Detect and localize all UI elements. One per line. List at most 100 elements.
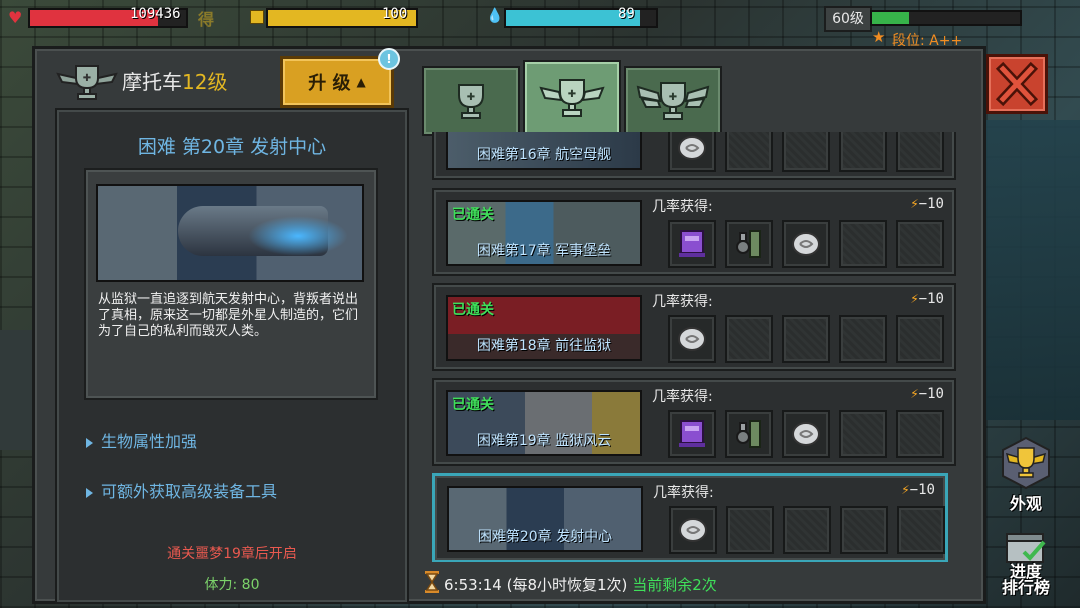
chevron-up-icon: ▲ xyxy=(356,75,366,89)
reward-slot-empty xyxy=(782,315,830,363)
stage-row[interactable]: 困难第16章 航空母舰 xyxy=(432,132,956,180)
energy-cost: ⚡−10 xyxy=(901,482,935,498)
stage-caption: 困难第20章 发射中心 xyxy=(477,529,613,545)
reward-slot-empty xyxy=(782,132,830,172)
stage-detail-title: 困难 第20章 发射中心 xyxy=(137,136,327,158)
reward-slot[interactable] xyxy=(668,220,716,268)
reward-slot[interactable] xyxy=(782,410,830,458)
winged-trophy-hex-icon xyxy=(1002,436,1050,490)
armor-icon xyxy=(679,230,705,257)
reward-slot[interactable] xyxy=(668,315,716,363)
calendar-check-icon xyxy=(1006,533,1046,563)
remaining-text: 当前剩余2次 xyxy=(632,576,717,594)
drop-chance-label: 几率获得: xyxy=(653,485,714,501)
reward-slot-empty xyxy=(725,132,773,172)
timer-value: 6:53:14 xyxy=(444,576,502,594)
close-button[interactable] xyxy=(986,54,1048,114)
upgrade-button[interactable]: 升 级 ▲ xyxy=(280,56,394,108)
tool-icon xyxy=(736,230,761,258)
lightning-icon: ⚡ xyxy=(910,291,919,307)
reward-slot-empty xyxy=(897,506,945,554)
reward-slot-empty xyxy=(783,506,831,554)
double-winged-trophy-icon: ✚ xyxy=(636,82,710,120)
recovery-timer: 6:53:14 (每8小时恢复1次) 当前剩余2次 xyxy=(444,574,717,595)
upgrade-label: 升 级 xyxy=(308,73,351,94)
svg-text:✚: ✚ xyxy=(669,92,677,103)
coin-icon xyxy=(678,327,706,351)
reward-slot[interactable] xyxy=(782,220,830,268)
player-level-badge: 60级 xyxy=(824,6,872,32)
stage-caption: 困难第17章 军事堡垒 xyxy=(476,243,612,259)
energy-cost-value: −10 xyxy=(918,386,944,402)
reward-slot-empty xyxy=(839,315,887,363)
stage-row[interactable]: 已通关 困难第17章 军事堡垒 几率获得: ⚡−10 xyxy=(432,188,956,276)
stage-list: 困难第16章 航空母舰 已通关 困难第17章 军事堡垒 几率获得: ⚡−10 已… xyxy=(418,132,966,562)
reward-slot-empty xyxy=(839,410,887,458)
stage-thumbnail: 困难第16章 航空母舰 xyxy=(446,132,642,170)
exp-bar xyxy=(870,10,1022,26)
reward-slot[interactable] xyxy=(668,132,716,172)
stage-thumbnail: 已通关 困难第17章 军事堡垒 xyxy=(446,200,642,266)
vehicle-level: 12级 xyxy=(182,70,228,94)
tab-trophy-double-wing[interactable]: ✚ xyxy=(624,66,722,136)
energy-cost: ⚡−10 xyxy=(910,196,944,212)
stage-thumbnail: 已通关 困难第19章 监狱风云 xyxy=(446,390,642,456)
reward-slot-empty xyxy=(839,220,887,268)
reward-slot[interactable] xyxy=(668,410,716,458)
stage-row-selected[interactable]: 困难第20章 发射中心 几率获得: ⚡−10 xyxy=(432,473,948,562)
bonus-label: 可额外获取高级装备工具 xyxy=(101,482,278,501)
stamina-label: 体力: 80 xyxy=(204,577,260,593)
electric-glow xyxy=(248,216,348,256)
energy-cost: ⚡−10 xyxy=(910,291,944,307)
background-building xyxy=(985,120,1080,420)
drop-chance-label: 几率获得: xyxy=(652,294,713,310)
leaderboard-label: 进度 排行榜 xyxy=(1001,562,1050,597)
reward-slot-empty xyxy=(896,220,944,268)
armor-icon xyxy=(679,420,705,447)
reward-slot[interactable] xyxy=(669,506,717,554)
get-label: 得 xyxy=(198,10,215,29)
svg-text:✚: ✚ xyxy=(568,89,576,100)
lightning-icon: ⚡ xyxy=(910,386,919,402)
tab-trophy-basic[interactable]: ✚ xyxy=(422,66,520,136)
drop-chance-label: 几率获得: xyxy=(652,389,713,405)
coin-icon xyxy=(792,422,820,446)
hourglass-icon xyxy=(425,571,439,593)
reward-slot-empty xyxy=(726,506,774,554)
trophy-icon: ✚ xyxy=(458,84,484,119)
gold-value: 100 xyxy=(382,6,408,22)
upgrade-alert-badge: ! xyxy=(378,48,400,70)
stage-row[interactable]: 已通关 困难第19章 监狱风云 几率获得: ⚡−10 xyxy=(432,378,956,466)
stage-caption: 困难第19章 监狱风云 xyxy=(476,433,612,449)
close-icon xyxy=(995,61,1039,107)
reward-slot[interactable] xyxy=(725,410,773,458)
drop-chance-label: 几率获得: xyxy=(652,199,713,215)
reward-slot-empty xyxy=(725,315,773,363)
energy-cost-value: −10 xyxy=(918,196,944,212)
coin-icon xyxy=(679,518,707,542)
hp-value: 109436 xyxy=(130,6,181,22)
hp-heart-icon: ♥ xyxy=(8,8,23,27)
reward-slot-empty xyxy=(896,410,944,458)
vehicle-title: 摩托车12级 xyxy=(122,66,227,95)
appearance-label: 外观 xyxy=(1009,494,1042,513)
recover-text: (每8小时恢复1次) xyxy=(506,576,628,594)
coin-icon xyxy=(678,136,706,160)
leaderboard-button[interactable]: 进度 排行榜 xyxy=(996,528,1056,596)
lightning-icon: ⚡ xyxy=(910,196,919,212)
winged-trophy-icon: ✚ xyxy=(56,65,118,100)
bonus-item: 可额外获取高级装备工具 xyxy=(86,478,277,502)
cleared-label: 已通关 xyxy=(452,397,494,413)
background-building xyxy=(0,330,32,450)
stage-row[interactable]: 已通关 困难第18章 前往监狱 几率获得: ⚡−10 xyxy=(432,283,956,371)
vehicle-name: 摩托车 xyxy=(122,70,182,94)
tool-icon xyxy=(736,420,761,448)
winged-trophy-icon: ✚ xyxy=(539,79,605,117)
reward-slot-empty xyxy=(896,132,944,172)
appearance-button[interactable]: 外观 xyxy=(996,436,1056,514)
tab-trophy-winged[interactable]: ✚ xyxy=(523,60,621,136)
reward-slot[interactable] xyxy=(725,220,773,268)
cleared-label: 已通关 xyxy=(452,302,494,318)
bonus-label: 生物属性加强 xyxy=(101,432,198,451)
cleared-label: 已通关 xyxy=(452,207,494,223)
